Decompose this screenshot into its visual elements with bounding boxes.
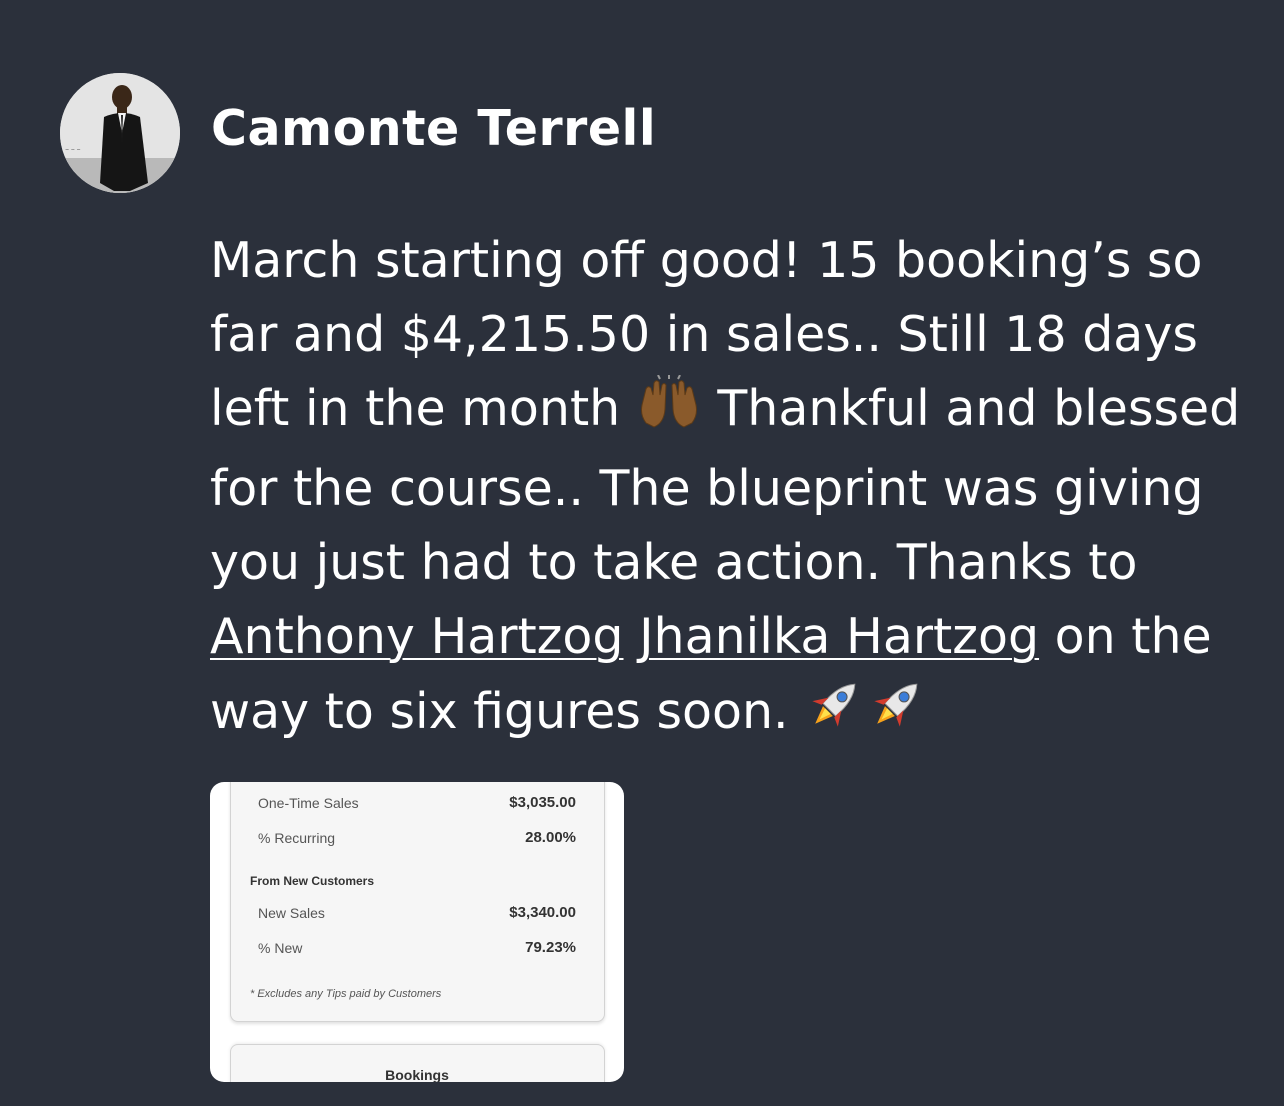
row-value: $3,035.00 [509, 794, 576, 811]
post-line: way to six figures soon. [210, 674, 1250, 755]
row-label: One-Time Sales [258, 795, 359, 811]
row-label: % New [258, 940, 303, 956]
avatar-photo: ~ ~ ~ [60, 73, 180, 193]
post-text: March starting off good! 15 booking’s so… [210, 224, 1250, 755]
post-line-part: left in the month [210, 380, 636, 437]
row-value: $3,340.00 [509, 904, 576, 921]
post-line: far and $4,215.50 in sales.. Still 18 da… [210, 306, 1198, 363]
row-value: 79.23% [525, 939, 576, 956]
post-line-part: way to six figures soon. [210, 683, 805, 740]
post-line-part: on the [1039, 608, 1212, 665]
post-line: left in the month Thankful and blessed [210, 372, 1250, 452]
attachment-image[interactable]: One-Time Sales $3,035.00 % Recurring 28.… [210, 782, 624, 1082]
footnote: * Excludes any Tips paid by Customers [250, 988, 442, 1000]
author-name[interactable]: Camonte Terrell [211, 100, 656, 157]
bookings-title: Bookings [385, 1067, 449, 1082]
row-label: New Sales [258, 905, 325, 921]
post-line: you just had to take action. Thanks to [210, 534, 1138, 591]
row-value: 28.00% [525, 829, 576, 846]
post-line: Anthony Hartzog Jhanilka Hartzog on the [210, 600, 1250, 674]
post-line: for the course.. The blueprint was givin… [210, 460, 1204, 517]
post-line: March starting off good! 15 booking’s so [210, 232, 1203, 289]
raising-hands-icon [636, 374, 702, 452]
row-label: % Recurring [258, 830, 336, 846]
rocket-icon [866, 674, 928, 755]
author-avatar[interactable]: ~ ~ ~ [60, 73, 180, 193]
mention-anthony-hartzog[interactable]: Anthony Hartzog [210, 608, 624, 665]
sales-summary-panel [230, 782, 605, 1022]
section-title: From New Customers [250, 874, 375, 888]
rocket-icon [804, 674, 866, 755]
post-line-part: Thankful and blessed [701, 380, 1241, 437]
svg-text:~ ~ ~: ~ ~ ~ [65, 147, 81, 153]
mention-jhanilka-hartzog[interactable]: Jhanilka Hartzog [639, 608, 1039, 665]
